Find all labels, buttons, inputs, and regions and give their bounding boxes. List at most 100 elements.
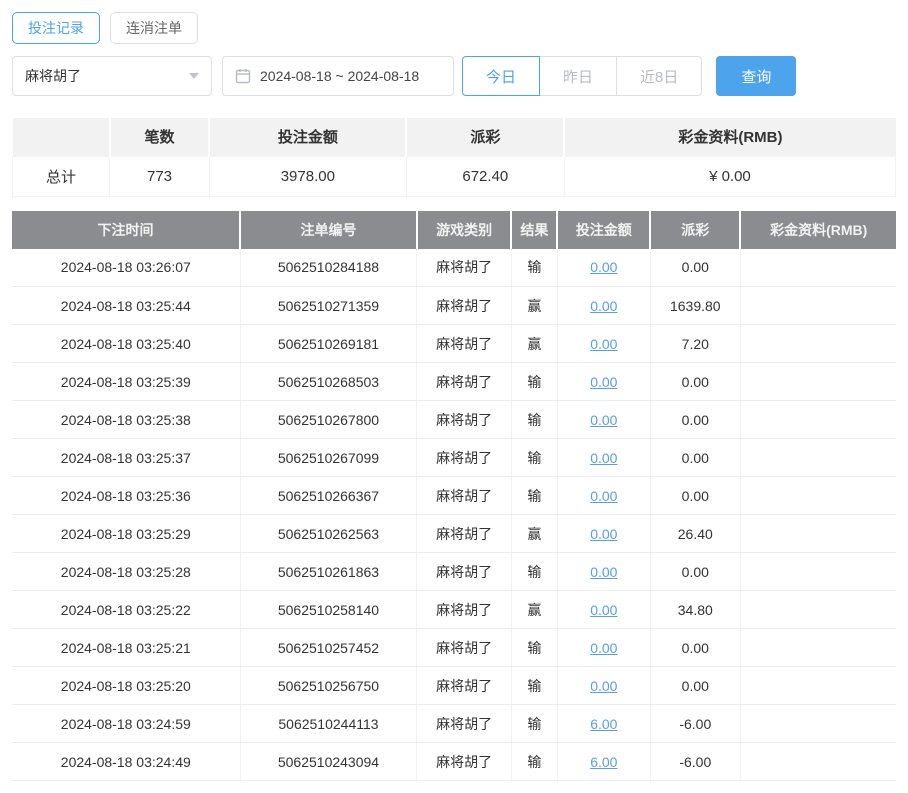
cell-time: 2024-08-18 03:25:29 [12,514,241,553]
bet-amount-link[interactable]: 0.00 [590,564,617,580]
filter-bar: 麻将胡了 2024-08-18 ~ 2024-08-18 今日 昨日 近8日 查… [12,56,896,96]
quick-yesterday-button[interactable]: 昨日 [539,56,618,96]
quick-today-button[interactable]: 今日 [462,56,541,96]
date-range-value: 2024-08-18 ~ 2024-08-18 [260,68,420,84]
cell-result: 输 [511,704,558,743]
cell-bet: 0.00 [557,514,651,553]
cell-game: 麻将胡了 [416,666,512,705]
cell-bet: 0.00 [557,666,651,705]
calendar-icon [235,68,251,84]
cell-time: 2024-08-18 03:25:36 [12,476,241,515]
cell-bet: 0.00 [557,590,651,629]
cell-payout: 26.40 [650,514,741,553]
cell-bet: 0.00 [557,476,651,515]
bet-amount-link[interactable]: 0.00 [590,640,617,656]
cell-game: 麻将胡了 [416,286,512,325]
header-bonus: 彩金资料(RMB) [740,210,896,249]
cell-time: 2024-08-18 03:25:38 [12,400,241,439]
cell-result: 输 [511,628,558,667]
cell-order-id: 5062510267099 [240,438,418,477]
cell-payout: -6.00 [650,742,741,781]
header-bet-amount: 投注金额 [557,210,652,249]
quick-last8days-button[interactable]: 近8日 [616,56,703,96]
table-row: 2024-08-18 03:25:39 5062510268503 麻将胡了 输… [12,362,896,401]
summary-header-bonus: 彩金资料(RMB) [564,118,896,156]
header-payout: 派彩 [650,210,742,249]
cell-game: 麻将胡了 [416,438,512,477]
cell-order-id: 5062510262563 [240,514,418,553]
tab-cascading-bets[interactable]: 连消注单 [110,12,198,44]
cell-time: 2024-08-18 03:25:44 [12,286,241,325]
bet-amount-link[interactable]: 0.00 [590,450,617,466]
cell-result: 赢 [511,286,558,325]
cell-bonus [740,552,896,591]
cell-game: 麻将胡了 [416,514,512,553]
cell-game: 麻将胡了 [416,248,512,287]
table-row: 2024-08-18 03:25:40 5062510269181 麻将胡了 赢… [12,324,896,363]
cell-bonus [740,400,896,439]
table-row: 2024-08-18 03:25:29 5062510262563 麻将胡了 赢… [12,514,896,553]
table-row: 2024-08-18 03:25:22 5062510258140 麻将胡了 赢… [12,590,896,629]
cell-bet: 0.00 [557,324,651,363]
cell-game: 麻将胡了 [416,362,512,401]
cell-time: 2024-08-18 03:25:20 [12,666,241,705]
date-range-picker[interactable]: 2024-08-18 ~ 2024-08-18 [222,56,454,96]
bet-amount-link[interactable]: 0.00 [590,298,617,314]
summary-total-bonus: ¥ 0.00 [563,155,897,197]
cell-order-id: 5062510244113 [240,704,418,743]
cell-game: 麻将胡了 [416,704,512,743]
bet-amount-link[interactable]: 6.00 [590,754,617,770]
cell-order-id: 5062510267800 [240,400,418,439]
bet-amount-link[interactable]: 0.00 [590,602,617,618]
cell-time: 2024-08-18 03:24:59 [12,704,241,743]
summary-header-blank [12,118,111,156]
summary-total-bet-amount: 3978.00 [208,155,407,197]
cell-bonus [740,666,896,705]
cell-bonus [740,590,896,629]
bet-amount-link[interactable]: 0.00 [590,412,617,428]
table-row: 2024-08-18 03:26:07 5062510284188 麻将胡了 输… [12,248,896,287]
cell-bonus [740,742,896,781]
summary-header-count: 笔数 [109,118,211,156]
game-select[interactable]: 麻将胡了 [12,56,212,96]
bet-amount-link[interactable]: 0.00 [590,374,617,390]
cell-payout: 0.00 [650,438,741,477]
cell-time: 2024-08-18 03:25:21 [12,628,241,667]
cell-result: 输 [511,552,558,591]
cell-game: 麻将胡了 [416,590,512,629]
game-select-value: 麻将胡了 [25,68,81,84]
page: 投注记录 连消注单 麻将胡了 2024-08-18 ~ 2024-08-18 今… [0,0,908,793]
cell-time: 2024-08-18 03:25:39 [12,362,241,401]
search-button[interactable]: 查询 [716,56,797,96]
quick-range-group: 今日 昨日 近8日 [462,56,703,96]
bet-amount-link[interactable]: 0.00 [590,526,617,542]
cell-result: 输 [511,438,558,477]
tab-betting-records[interactable]: 投注记录 [12,12,100,44]
cell-payout: 0.00 [650,666,741,705]
bet-amount-link[interactable]: 0.00 [590,336,617,352]
cell-result: 赢 [511,590,558,629]
bet-amount-link[interactable]: 0.00 [590,259,617,275]
records-body: 2024-08-18 03:26:07 5062510284188 麻将胡了 输… [12,248,896,781]
summary-header-row: 笔数 投注金额 派彩 彩金资料(RMB) [12,118,896,156]
table-row: 2024-08-18 03:25:44 5062510271359 麻将胡了 赢… [12,286,896,325]
table-row: 2024-08-18 03:24:49 5062510243094 麻将胡了 输… [12,742,896,781]
cell-bonus [740,324,896,363]
cell-time: 2024-08-18 03:25:37 [12,438,241,477]
cell-payout: 0.00 [650,362,741,401]
cell-bet: 0.00 [557,552,651,591]
cell-bonus [740,704,896,743]
top-tabs: 投注记录 连消注单 [12,12,896,44]
bet-amount-link[interactable]: 6.00 [590,716,617,732]
bet-amount-link[interactable]: 0.00 [590,678,617,694]
cell-time: 2024-08-18 03:25:28 [12,552,241,591]
cell-order-id: 5062510258140 [240,590,418,629]
cell-bonus [740,476,896,515]
chevron-down-icon [189,73,199,79]
cell-result: 输 [511,362,558,401]
cell-bet: 0.00 [557,248,651,287]
bet-amount-link[interactable]: 0.00 [590,488,617,504]
cell-result: 输 [511,742,558,781]
cell-payout: -6.00 [650,704,741,743]
summary-header-payout: 派彩 [406,118,566,156]
